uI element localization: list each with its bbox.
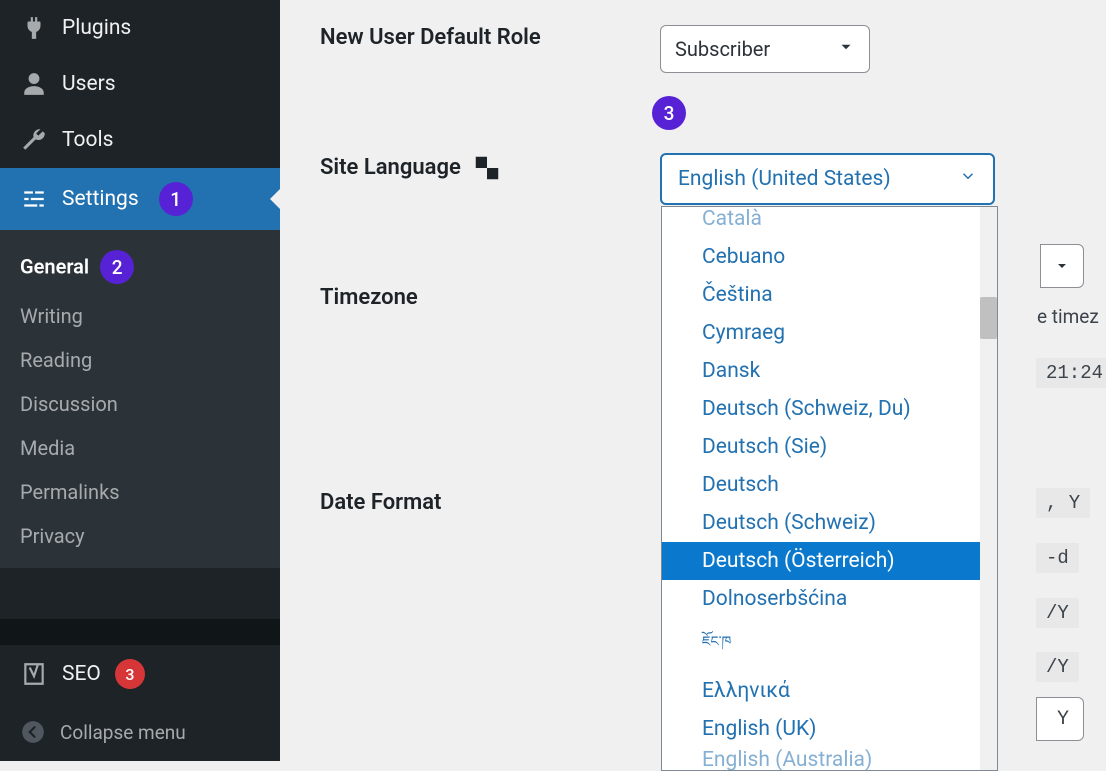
label-new-user-default-role: New User Default Role [280, 0, 660, 75]
dropdown-scrollbar-track[interactable] [980, 207, 997, 770]
date-format-code-fragment: /Y [1036, 598, 1079, 628]
seo-notification-badge: 3 [115, 659, 145, 689]
language-option[interactable]: Dolnoserbšćina [662, 580, 997, 618]
date-format-code-fragment: -d [1036, 543, 1079, 573]
submenu-item-privacy[interactable]: Privacy [0, 514, 280, 558]
admin-sidebar: Plugins Users Tools Settings 1 General 2… [0, 0, 280, 761]
language-option[interactable]: Cebuano [662, 238, 997, 276]
menu-label: Plugins [62, 16, 131, 40]
language-option[interactable]: Deutsch (Sie) [662, 428, 997, 466]
submenu-item-media[interactable]: Media [0, 426, 280, 470]
select-new-user-default-role[interactable]: Subscriber [660, 25, 870, 73]
wrench-icon [20, 126, 48, 154]
dropdown-scrollbar-thumb[interactable] [980, 297, 997, 339]
annotation-step-2: 2 [100, 250, 134, 284]
sidebar-lower: SEO 3 Collapse menu [0, 619, 280, 761]
language-option[interactable]: Deutsch (Schweiz, Du) [662, 390, 997, 428]
menu-item-tools[interactable]: Tools [0, 112, 280, 168]
submenu-item-reading[interactable]: Reading [0, 338, 280, 382]
submenu-item-discussion[interactable]: Discussion [0, 382, 280, 426]
yoast-icon [20, 660, 48, 688]
chevron-down-icon [959, 167, 977, 191]
language-option[interactable]: Català [662, 207, 997, 238]
select-value: Subscriber [675, 37, 770, 61]
language-option[interactable]: English (Australia) [662, 748, 997, 771]
menu-label: Settings [62, 187, 139, 211]
site-language-dropdown: Català Cebuano Čeština Cymraeg Dansk Deu… [661, 206, 998, 771]
language-option[interactable]: Deutsch [662, 466, 997, 504]
utc-time-fragment: 21:24: [1036, 358, 1106, 388]
plug-icon [20, 14, 48, 42]
settings-general-page: New User Default Role Subscriber Site La… [280, 0, 1106, 761]
menu-item-users[interactable]: Users [0, 56, 280, 112]
custom-date-format-input-fragment[interactable]: Y [1036, 697, 1084, 741]
menu-label: Users [62, 72, 116, 96]
collapse-icon [20, 719, 46, 745]
settings-submenu: General 2 Writing Reading Discussion Med… [0, 230, 280, 568]
language-option[interactable]: English (UK) [662, 710, 997, 748]
menu-item-settings[interactable]: Settings 1 [0, 168, 280, 230]
row-new-user-default-role: New User Default Role Subscriber [280, 0, 1106, 98]
submenu-item-general[interactable]: General 2 [0, 240, 280, 294]
menu-item-plugins[interactable]: Plugins [0, 0, 280, 56]
submenu-item-writing[interactable]: Writing [0, 294, 280, 338]
menu-item-seo[interactable]: SEO 3 [0, 645, 280, 703]
language-option[interactable]: Dansk [662, 352, 997, 390]
label-date-format: Date Format [280, 465, 660, 540]
collapse-menu-button[interactable]: Collapse menu [0, 703, 280, 761]
language-option[interactable]: Ελληνικά [662, 672, 997, 710]
annotation-step-3: 3 [652, 96, 686, 130]
menu-label: Tools [62, 128, 113, 152]
label-site-language: Site Language [280, 128, 660, 208]
language-option[interactable]: ཇོང་ཁ [662, 618, 997, 672]
language-option-highlighted[interactable]: Deutsch (Österreich) [662, 542, 997, 580]
timezone-select-partial[interactable] [1040, 244, 1084, 288]
submenu-label: General [20, 255, 89, 279]
menu-label: SEO [62, 662, 101, 686]
select-site-language[interactable]: English (United States) Català Cebuano Č… [660, 153, 995, 205]
submenu-item-permalinks[interactable]: Permalinks [0, 470, 280, 514]
language-option[interactable]: Deutsch (Schweiz) [662, 504, 997, 542]
language-option[interactable]: Cymraeg [662, 314, 997, 352]
translate-icon [472, 153, 502, 183]
label-timezone: Timezone [280, 260, 660, 335]
chevron-down-icon [837, 37, 855, 61]
user-icon [20, 70, 48, 98]
row-site-language: Site Language 3 English (United States) … [280, 128, 1106, 230]
sliders-icon [20, 185, 48, 213]
sidebar-separator [0, 619, 280, 645]
collapse-label: Collapse menu [60, 721, 186, 744]
timezone-help-text-fragment: e timez [1037, 305, 1099, 328]
select-value: English (United States) [678, 167, 891, 191]
date-format-code-fragment: , Y [1036, 488, 1090, 518]
annotation-step-1: 1 [159, 182, 193, 216]
date-format-code-fragment: /Y [1036, 652, 1079, 682]
language-option[interactable]: Čeština [662, 276, 997, 314]
